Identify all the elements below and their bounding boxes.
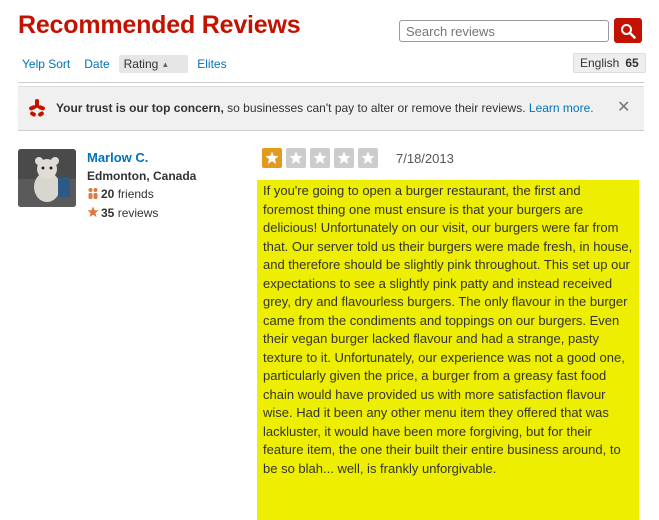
star-empty-icon bbox=[310, 148, 330, 168]
trust-rest: so businesses can't pay to alter or remo… bbox=[223, 101, 529, 115]
trust-bold: Your trust is our top concern, bbox=[56, 101, 224, 115]
sort-yelp[interactable]: Yelp Sort bbox=[22, 57, 70, 71]
language-count: 65 bbox=[625, 56, 639, 70]
search-input[interactable] bbox=[399, 20, 609, 42]
sort-elites[interactable]: Elites bbox=[197, 57, 226, 71]
trust-banner: Your trust is our top concern, so busine… bbox=[18, 86, 644, 131]
review-text: If you're going to open a burger restaur… bbox=[257, 180, 639, 520]
user-friends: 20 friends bbox=[87, 187, 154, 201]
star-icon bbox=[262, 148, 282, 168]
sort-arrow-icon: ▲ bbox=[161, 60, 170, 70]
close-icon[interactable]: ✕ bbox=[617, 97, 630, 117]
star-empty-icon bbox=[358, 148, 378, 168]
search-icon bbox=[621, 23, 636, 39]
search-button[interactable] bbox=[614, 18, 642, 43]
page-title: Recommended Reviews bbox=[18, 11, 301, 39]
divider bbox=[18, 82, 644, 83]
friends-icon bbox=[88, 188, 98, 199]
review-date: 7/18/2013 bbox=[396, 151, 454, 166]
user-name-link[interactable]: Marlow C. bbox=[87, 150, 148, 165]
avatar[interactable] bbox=[18, 149, 76, 207]
friends-label: friends bbox=[117, 187, 154, 201]
sort-date[interactable]: Date bbox=[84, 57, 109, 71]
user-location: Edmonton, Canada bbox=[87, 169, 197, 183]
trust-text: Your trust is our top concern, so busine… bbox=[56, 101, 594, 115]
user-reviews: 35 reviews bbox=[87, 206, 158, 220]
learn-more-link[interactable]: Learn more. bbox=[529, 101, 594, 115]
sort-rating[interactable]: Rating ▲ bbox=[118, 55, 189, 73]
language-label: English bbox=[580, 56, 620, 70]
yelp-burst-icon bbox=[29, 99, 45, 117]
star-empty-icon bbox=[286, 148, 306, 168]
star-small-icon bbox=[87, 206, 99, 217]
star-empty-icon bbox=[334, 148, 354, 168]
language-filter[interactable]: English 65 bbox=[573, 53, 646, 73]
rating-stars bbox=[262, 148, 382, 168]
sort-rating-label: Rating bbox=[123, 57, 159, 71]
friends-count: 20 bbox=[101, 187, 115, 201]
reviews-label: reviews bbox=[117, 206, 159, 220]
sort-bar: Yelp Sort Date Rating ▲ Elites bbox=[22, 55, 241, 73]
reviews-count: 35 bbox=[101, 206, 115, 220]
